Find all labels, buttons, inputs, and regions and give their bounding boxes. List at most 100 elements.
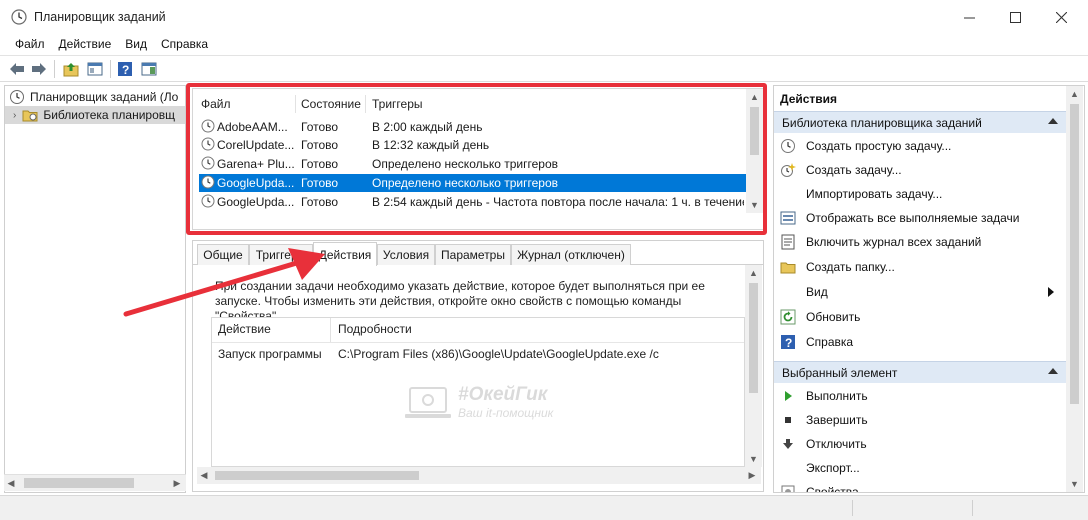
arrow-right-icon: [32, 63, 46, 75]
scroll-thumb[interactable]: [749, 283, 758, 393]
toolbar-separator: [110, 60, 111, 78]
action-end[interactable]: Завершить: [774, 409, 1066, 431]
collapse-icon[interactable]: [1048, 118, 1058, 124]
action-pane-icon: [141, 62, 157, 76]
watermark-subtitle: Ваш it-помощник: [458, 406, 554, 420]
minimize-button[interactable]: [946, 4, 992, 30]
menu-help[interactable]: Справка: [154, 37, 215, 51]
scroll-thumb[interactable]: [24, 478, 134, 488]
action-details[interactable]: C:\Program Files (x86)\Google\Update\Goo…: [338, 347, 659, 361]
stop-icon: [785, 417, 791, 423]
tree-horizontal-scrollbar[interactable]: ◀ ▶: [4, 474, 186, 491]
scroll-right-icon[interactable]: ▶: [170, 475, 184, 491]
menu-file[interactable]: Файл: [8, 37, 52, 51]
action-create-basic-task[interactable]: Создать простую задачу...: [774, 135, 1066, 157]
detail-horizontal-scrollbar[interactable]: ◀ ▶: [197, 467, 761, 484]
collapse-icon[interactable]: [1048, 368, 1058, 374]
action-export[interactable]: Экспорт...: [774, 457, 1066, 479]
forward-button[interactable]: [30, 60, 48, 78]
menu-bar: Файл Действие Вид Справка: [0, 34, 1088, 54]
action-help[interactable]: ? Справка: [774, 331, 1066, 353]
action-label: Отображать все выполняемые задачи: [806, 211, 1020, 225]
action-label: Выполнить: [806, 389, 868, 403]
console-tree-icon: [87, 62, 103, 76]
action-label: Создать папку...: [806, 260, 895, 274]
action-create-task[interactable]: Создать задачу...: [774, 159, 1066, 181]
red-arrow-annotation: [123, 248, 325, 317]
running-tasks-icon: [780, 211, 796, 225]
action-label: Создать задачу...: [806, 163, 902, 177]
action-enable-all-history[interactable]: Включить журнал всех заданий: [774, 231, 1066, 253]
title-bar: Планировщик заданий: [0, 0, 1088, 34]
action-refresh[interactable]: Обновить: [774, 306, 1066, 328]
scroll-down-icon[interactable]: ▼: [745, 451, 762, 467]
refresh-icon: [780, 309, 796, 325]
close-button[interactable]: [1038, 4, 1084, 30]
section-label: Библиотека планировщика заданий: [782, 115, 982, 130]
watermark: #ОкейГик Ваш it-помощник: [404, 384, 584, 424]
disable-icon: [783, 439, 793, 449]
back-button[interactable]: [8, 60, 26, 78]
scroll-up-icon[interactable]: ▲: [1066, 86, 1083, 102]
help-icon: ?: [781, 335, 795, 350]
scroll-thumb[interactable]: [215, 471, 419, 480]
action-view[interactable]: Вид: [774, 281, 1066, 303]
scroll-left-icon[interactable]: ◀: [197, 467, 211, 483]
chevron-right-icon: ›: [13, 109, 17, 121]
action-type[interactable]: Запуск программы: [218, 347, 322, 361]
tab-settings[interactable]: Параметры: [435, 244, 511, 265]
tab-conditions[interactable]: Условия: [377, 244, 435, 265]
actions-pane-title: Действия: [780, 92, 838, 106]
action-properties[interactable]: Свойства: [774, 481, 1066, 493]
action-label: Экспорт...: [806, 461, 860, 475]
clock-app-icon: [11, 9, 27, 25]
action-label: Обновить: [806, 310, 861, 324]
tree-item-root[interactable]: Планировщик заданий (Ло: [9, 88, 178, 106]
action-disable[interactable]: Отключить: [774, 433, 1066, 455]
close-icon: [1055, 11, 1067, 23]
section-library[interactable]: Библиотека планировщика заданий: [774, 111, 1066, 133]
svg-text:?: ?: [785, 336, 792, 350]
arrow-left-icon: [10, 63, 24, 75]
action-label: Свойства: [806, 485, 859, 493]
run-icon: [785, 391, 792, 401]
help-icon: ?: [118, 62, 132, 77]
maximize-button[interactable]: [992, 4, 1038, 30]
detail-vertical-scrollbar[interactable]: ▲ ▼: [745, 265, 762, 467]
maximize-icon: [1009, 11, 1021, 23]
minimize-icon: [963, 17, 975, 18]
menu-view[interactable]: Вид: [118, 37, 154, 51]
tree-item-label: Библиотека планировщ: [43, 108, 176, 122]
scroll-down-icon[interactable]: ▼: [1066, 476, 1083, 492]
simple-task-icon: [781, 139, 795, 153]
tab-history[interactable]: Журнал (отключен): [511, 244, 631, 265]
help-button[interactable]: ?: [116, 60, 134, 78]
scroll-thumb[interactable]: [1070, 104, 1079, 404]
action-label: Справка: [806, 335, 854, 349]
section-label: Выбранный элемент: [782, 365, 898, 380]
toolbar-separator: [54, 60, 55, 78]
up-folder-button[interactable]: [62, 60, 80, 78]
menu-action[interactable]: Действие: [52, 37, 119, 51]
action-display-running-tasks[interactable]: Отображать все выполняемые задачи: [774, 207, 1066, 229]
window-title: Планировщик заданий: [34, 10, 166, 24]
watermark-title: #ОкейГик: [458, 384, 548, 405]
status-divider: [852, 500, 853, 516]
actions-vertical-scrollbar[interactable]: ▲ ▼: [1066, 86, 1083, 492]
clock-icon: [10, 90, 24, 104]
scroll-up-icon[interactable]: ▲: [745, 265, 762, 281]
scroll-right-icon[interactable]: ▶: [745, 467, 759, 483]
header-divider: [212, 342, 744, 343]
action-import-task[interactable]: Импортировать задачу...: [774, 183, 1066, 205]
show-hide-console-button[interactable]: [86, 60, 104, 78]
section-selected-item[interactable]: Выбранный элемент: [774, 361, 1066, 383]
submenu-arrow-icon: [1048, 287, 1054, 297]
action-run[interactable]: Выполнить: [774, 385, 1066, 407]
tree-item-library[interactable]: › Библиотека планировщ: [5, 106, 185, 124]
show-action-pane-button[interactable]: [140, 60, 158, 78]
action-new-folder[interactable]: Создать папку...: [774, 256, 1066, 278]
scroll-left-icon[interactable]: ◀: [4, 475, 18, 491]
status-bar: [0, 495, 1088, 520]
action-label: Отключить: [806, 437, 867, 451]
svg-text:?: ?: [122, 63, 129, 77]
